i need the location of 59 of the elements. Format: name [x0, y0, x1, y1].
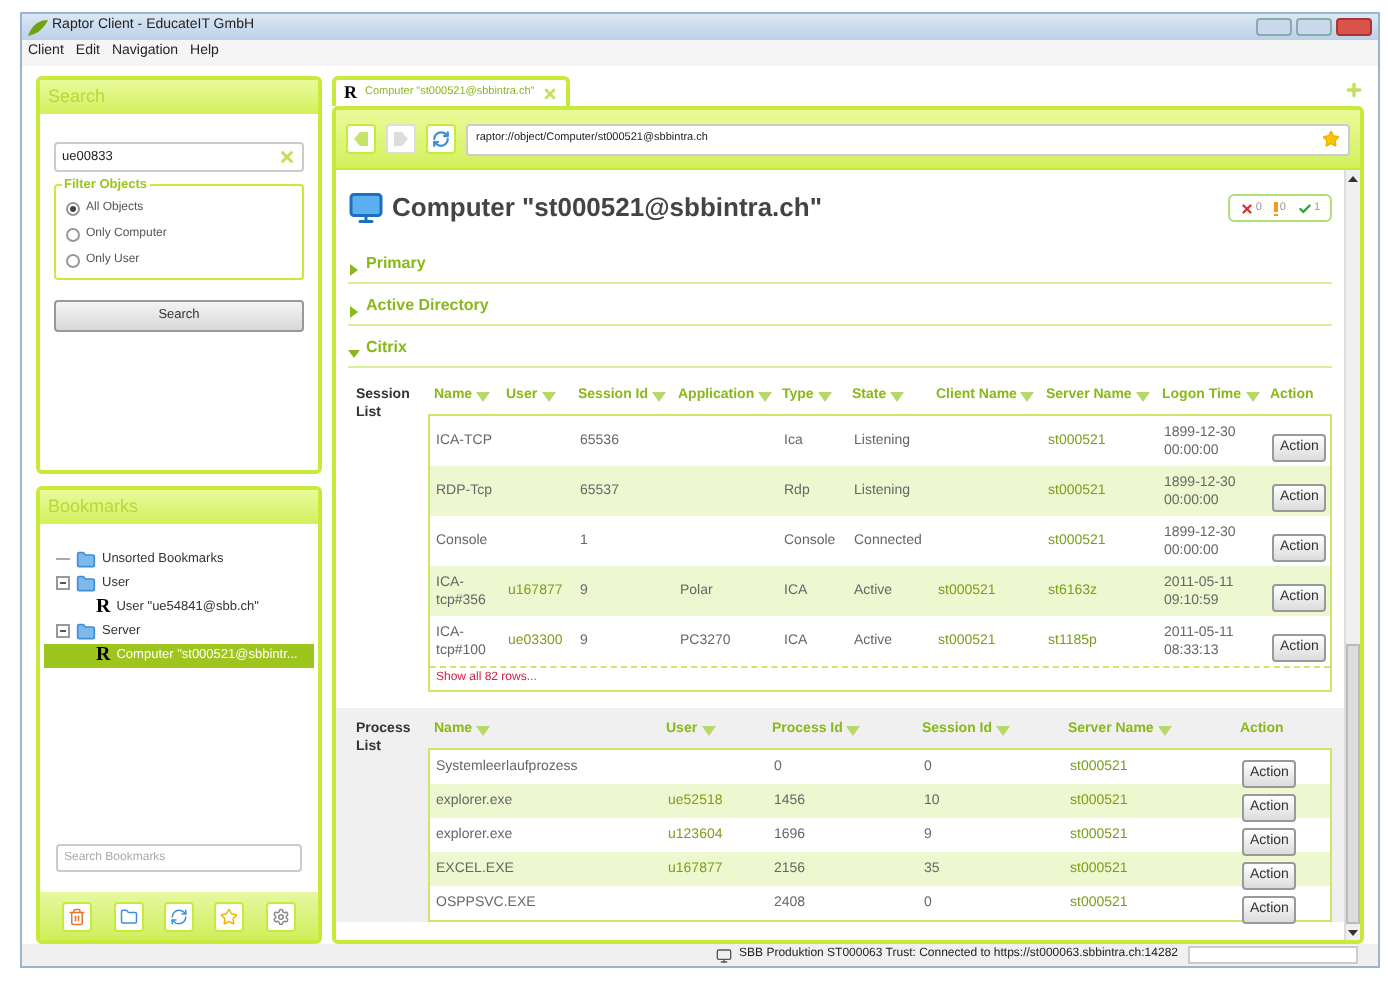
- folder-icon[interactable]: [119, 907, 138, 925]
- sort-icon[interactable]: [1020, 391, 1035, 401]
- folder-icon: [76, 549, 96, 570]
- scroll-up-icon[interactable]: [1348, 175, 1358, 181]
- connection-icon: [715, 947, 732, 963]
- trash-icon[interactable]: [68, 907, 87, 925]
- sort-icon[interactable]: [996, 725, 1011, 735]
- ok-icon: [1297, 201, 1312, 215]
- sort-icon[interactable]: [652, 391, 667, 401]
- settings-icon[interactable]: [271, 907, 290, 925]
- section-header[interactable]: Citrix: [348, 326, 1332, 368]
- sort-icon[interactable]: [817, 391, 832, 401]
- panel-title: Search: [48, 83, 106, 110]
- sort-icon[interactable]: [890, 391, 905, 401]
- sort-icon[interactable]: [476, 725, 491, 735]
- sort-icon[interactable]: [701, 725, 716, 735]
- radio-button[interactable]: [66, 254, 80, 268]
- folder-icon: [76, 573, 96, 594]
- sort-icon[interactable]: [541, 391, 556, 401]
- back-button[interactable]: [346, 124, 376, 154]
- maximize-button[interactable]: [1296, 18, 1332, 36]
- new-tab-icon[interactable]: [1344, 80, 1364, 100]
- scroll-thumb[interactable]: [1346, 644, 1360, 924]
- object-icon: R: [96, 645, 111, 666]
- close-button[interactable]: [1336, 18, 1372, 36]
- sort-icon[interactable]: [758, 391, 773, 401]
- object-icon: R: [96, 597, 111, 618]
- scroll-down-icon[interactable]: [1348, 929, 1358, 935]
- leaf-logo-icon: [28, 19, 48, 35]
- page-title: Computer "st000521@sbbintra.ch": [392, 190, 823, 227]
- star-icon[interactable]: [1322, 130, 1340, 148]
- caret-icon: [348, 348, 360, 360]
- sort-icon[interactable]: [1245, 391, 1260, 401]
- sort-icon[interactable]: [1135, 391, 1150, 401]
- collapse-icon[interactable]: [56, 624, 70, 639]
- star-icon[interactable]: [220, 907, 239, 925]
- sort-icon[interactable]: [476, 391, 491, 401]
- error-icon: [1239, 201, 1254, 215]
- refresh-icon[interactable]: [432, 130, 450, 148]
- panel-title: Bookmarks: [48, 493, 139, 520]
- sort-icon[interactable]: [1157, 725, 1172, 735]
- radio-button[interactable]: [66, 228, 80, 242]
- caret-icon: [348, 306, 360, 318]
- minimize-button[interactable]: [1256, 18, 1292, 36]
- section-header[interactable]: Active Directory: [348, 284, 1332, 326]
- scrollbar[interactable]: [1344, 170, 1360, 940]
- radio-button[interactable]: [66, 202, 80, 216]
- section-header[interactable]: Primary: [348, 242, 1332, 284]
- close-tab-icon[interactable]: [542, 85, 559, 101]
- object-icon: R: [344, 84, 357, 102]
- refresh-icon[interactable]: [169, 907, 188, 925]
- collapse-icon[interactable]: [56, 576, 70, 591]
- folder-icon: [76, 621, 96, 642]
- back-arrow-icon[interactable]: [354, 132, 368, 146]
- warning-icon: [1273, 201, 1278, 215]
- caret-icon: [348, 264, 360, 276]
- computer-icon: [348, 190, 384, 226]
- clear-icon[interactable]: [278, 148, 296, 166]
- sort-icon[interactable]: [846, 725, 861, 735]
